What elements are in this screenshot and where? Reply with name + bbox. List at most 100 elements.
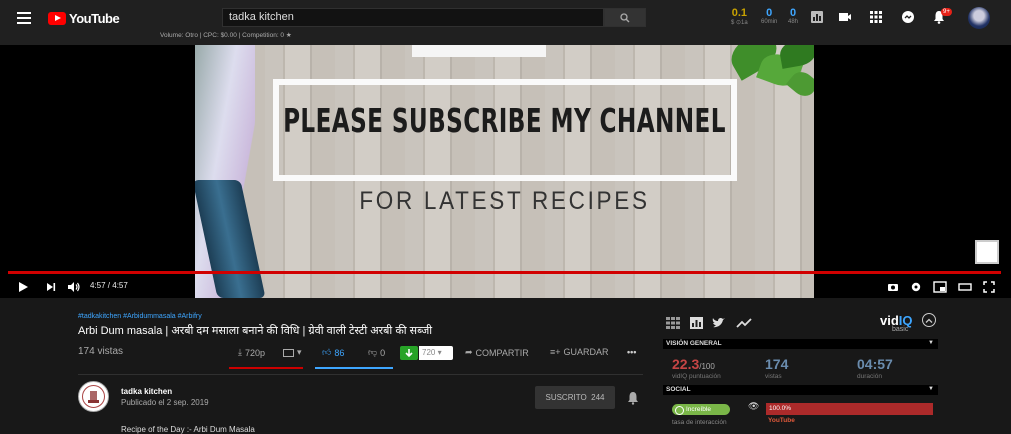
stats-chart-icon[interactable] [690, 317, 703, 329]
youtube-share-bar: 100.0% [766, 403, 933, 415]
like-button[interactable]: 👍︎ 86 [322, 347, 344, 358]
score-value: 22.3 [672, 356, 700, 372]
download-quality: 720p [244, 347, 266, 358]
theater-mode-icon[interactable] [958, 281, 972, 293]
notification-badge: 9+ [941, 8, 952, 16]
vidiq-tier: basic [892, 326, 909, 333]
vidiq-score: 22.3/100 [672, 356, 715, 372]
caret-down-icon: ▼ [928, 386, 934, 392]
fullscreen-icon[interactable] [983, 281, 995, 293]
download-button[interactable]: ⤓ 720p [238, 347, 265, 358]
caret-down-icon: ▼ [928, 340, 934, 346]
stat-value: 0 [766, 7, 773, 19]
share-arrow-icon: ➦ [465, 347, 473, 357]
time-display: 4:57 / 4:57 [90, 281, 128, 290]
youtube-logo[interactable]: YouTube [48, 11, 120, 26]
save-label: GUARDAR [563, 347, 609, 357]
stat-48h: 0 48h [788, 7, 798, 25]
quality-select[interactable]: 720 ▾ [419, 346, 453, 360]
subscribe-label: SUSCRITO [545, 393, 587, 402]
like-bar [315, 367, 393, 369]
dislike-button[interactable]: 👎︎ 0 [368, 347, 385, 358]
channel-watermark[interactable] [975, 240, 999, 264]
views-label: vistas [765, 373, 782, 380]
channel-avatar[interactable] [78, 381, 109, 412]
youtube-source-label: YouTube [768, 417, 795, 424]
analytics-icon[interactable] [810, 10, 824, 24]
notification-bell-icon[interactable] [626, 391, 640, 405]
thumbs-down-icon: 👎︎ [368, 347, 378, 357]
create-video-icon[interactable] [838, 10, 852, 24]
search-button[interactable] [604, 8, 646, 27]
menu-icon[interactable] [17, 12, 31, 24]
channel-logo-icon [82, 385, 105, 408]
engagement-label: tasa de interacción [672, 419, 727, 426]
download-icon: ⤓ [238, 347, 242, 357]
duration-label: duración [857, 373, 882, 380]
playlist-add-icon: ≡+ [550, 347, 561, 357]
keyword-stats: Volume: Otro | CPC: $0.00 | Competition:… [160, 31, 292, 39]
score-label: vidIQ puntuación [672, 373, 721, 380]
grid-view-icon[interactable] [666, 317, 680, 329]
search-input[interactable]: tadka kitchen [222, 8, 604, 27]
subscriber-count: 244 [591, 393, 605, 402]
play-icon[interactable] [17, 281, 29, 293]
publish-date: Publicado el 2 sep. 2019 [121, 398, 209, 407]
score-max: /100 [699, 362, 715, 371]
share-button[interactable]: ➦ COMPARTIR [465, 347, 529, 358]
share-label: COMPARTIR [475, 347, 529, 358]
divider [78, 374, 643, 375]
herb-leaf [778, 45, 814, 69]
screenshot-camera-icon[interactable] [887, 281, 899, 293]
messages-icon[interactable] [901, 10, 915, 24]
volume-icon[interactable] [67, 281, 81, 293]
keyword-stats-text: Volume: Otro | CPC: $0.00 | Competition:… [160, 32, 285, 39]
save-button[interactable]: ≡+ GUARDAR [550, 347, 609, 357]
more-actions-icon[interactable]: ••• [627, 347, 636, 357]
vidiq-duration: 04:57 [857, 356, 893, 372]
quality-select-value: 720 [422, 348, 436, 357]
caret-down-icon: ▾ [297, 347, 302, 357]
youtube-play-icon [48, 12, 66, 25]
caret-down-icon: ▾ [437, 348, 442, 357]
social-title: SOCIAL [666, 386, 691, 393]
stat-label: 60min [761, 19, 778, 25]
vidiq-download-button[interactable] [400, 346, 418, 360]
twitter-icon[interactable] [712, 317, 726, 329]
brand-text: YouTube [69, 11, 120, 26]
engagement-pill: Increíble [672, 404, 730, 415]
subscribe-button[interactable]: SUSCRITO 244 [535, 386, 615, 409]
video-player[interactable]: PLEASE SUBSCRIBE MY CHANNEL FOR LATEST R… [0, 45, 1011, 298]
stat-earnings: 0.1 $ ⊙1a [731, 7, 748, 26]
download-options-button[interactable]: ▾ [283, 347, 302, 358]
stat-label: 48h [788, 19, 799, 25]
stat-60min: 0 60min [761, 7, 777, 25]
miniplayer-icon[interactable] [933, 281, 947, 293]
like-count: 86 [334, 347, 345, 358]
stat-value: 0 [789, 7, 797, 19]
next-icon[interactable] [45, 281, 57, 293]
overview-section-header[interactable]: VISIÓN GENERAL ▼ [663, 339, 938, 349]
stat-label: $ ⊙1a [731, 20, 748, 26]
thumbs-up-icon: 👍︎ [322, 347, 332, 357]
settings-gear-icon[interactable] [910, 281, 922, 293]
eye-icon[interactable]: 👁︎ [748, 401, 759, 412]
search-icon [620, 13, 630, 23]
social-section-header[interactable]: SOCIAL ▼ [663, 385, 938, 395]
channel-name[interactable]: tadka kitchen [121, 387, 172, 396]
apps-grid-icon[interactable] [869, 10, 883, 24]
hashtags[interactable]: #tadkakitchen #Arbidummasala #Arbifry [78, 313, 202, 320]
star-icon[interactable]: ★ [286, 32, 292, 39]
user-avatar[interactable] [968, 7, 990, 29]
dislike-count: 0 [380, 347, 386, 358]
view-count: 174 vistas [78, 346, 124, 357]
download-arrow-icon [405, 349, 413, 358]
progress-bar[interactable] [8, 271, 1001, 274]
collapse-chevron-icon[interactable] [922, 313, 936, 327]
video-frame: PLEASE SUBSCRIBE MY CHANNEL FOR LATEST R… [195, 45, 814, 298]
stat-value: 0.1 [731, 7, 747, 19]
overview-title: VISIÓN GENERAL [666, 340, 722, 347]
trend-line-icon[interactable] [736, 317, 752, 329]
film-icon [283, 348, 294, 357]
video-subline: FOR LATEST RECIPES [359, 187, 650, 215]
